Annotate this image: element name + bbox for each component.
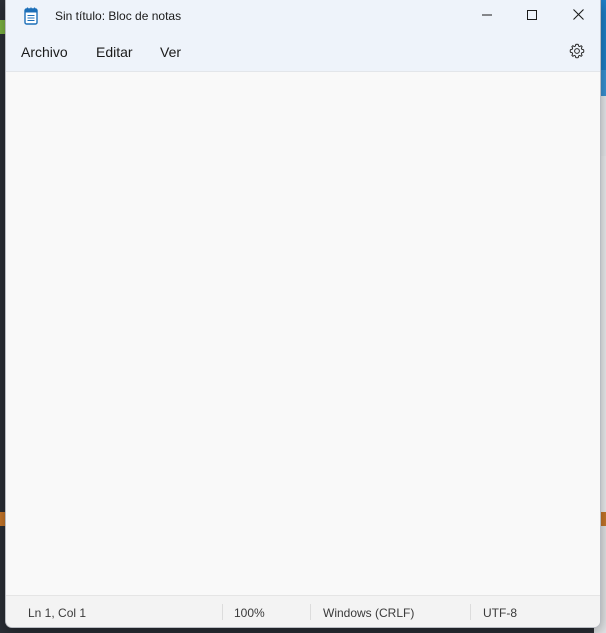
status-divider: [222, 604, 223, 620]
minimize-button[interactable]: [464, 0, 510, 32]
line-ending[interactable]: Windows (CRLF): [323, 606, 414, 620]
text-editor-area[interactable]: [6, 72, 600, 594]
encoding[interactable]: UTF-8: [483, 606, 517, 620]
title-bar[interactable]: Sin título: Bloc de notas: [6, 0, 600, 34]
minimize-icon: [482, 7, 492, 25]
maximize-icon: [527, 7, 537, 25]
menu-archivo[interactable]: Archivo: [21, 44, 68, 60]
status-bar: Ln 1, Col 1 100% Windows (CRLF) UTF-8: [6, 595, 600, 627]
maximize-button[interactable]: [509, 0, 555, 32]
menu-editar[interactable]: Editar: [96, 44, 133, 60]
close-button[interactable]: [555, 0, 600, 32]
notepad-icon: [24, 7, 38, 25]
menu-ver[interactable]: Ver: [160, 44, 181, 60]
zoom-level[interactable]: 100%: [234, 606, 265, 620]
cursor-position: Ln 1, Col 1: [28, 606, 87, 620]
status-divider: [470, 604, 471, 620]
menu-bar: Archivo Editar Ver: [6, 34, 600, 72]
window-title: Sin título: Bloc de notas: [55, 9, 182, 23]
gear-icon: [569, 43, 585, 64]
notepad-window: Sin título: Bloc de notas Archivo Editar…: [5, 0, 601, 628]
settings-button[interactable]: [566, 42, 588, 64]
status-divider: [310, 604, 311, 620]
close-icon: [572, 7, 584, 25]
